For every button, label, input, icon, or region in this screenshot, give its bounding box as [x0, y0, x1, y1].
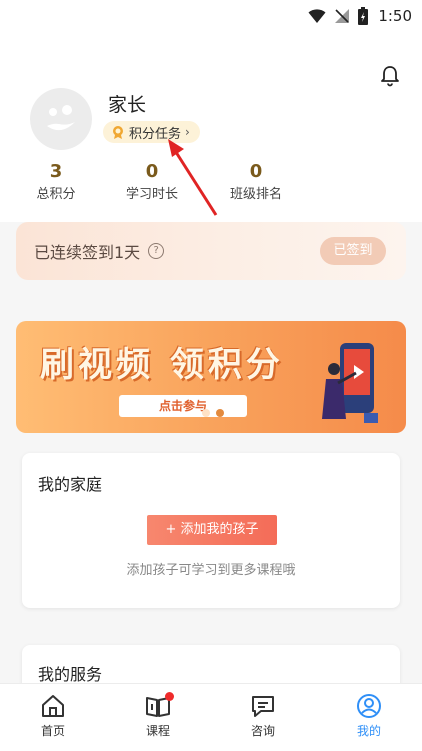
nav-courses[interactable]: 课程	[123, 692, 193, 739]
bell-icon[interactable]	[378, 64, 402, 88]
nav-label: 我的	[356, 724, 381, 738]
no-signal-icon	[335, 9, 350, 23]
add-child-button[interactable]: + 添加我的孩子	[147, 515, 277, 545]
medal-icon	[113, 126, 123, 139]
points-task-label: 积分任务	[129, 126, 182, 142]
signed-in-button[interactable]: 已签到	[320, 237, 386, 265]
stats-row: 3 总积分 0 学习时长 0 班级排名	[0, 160, 422, 210]
banner-title: 刷视频 领积分	[40, 345, 284, 385]
status-time: 1:50	[378, 7, 412, 25]
family-hint: 添加孩子可学习到更多课程哦	[126, 563, 296, 578]
nav-mine[interactable]: 我的	[334, 692, 404, 739]
battery-icon	[358, 7, 369, 25]
nav-label: 首页	[40, 724, 65, 738]
family-title: 我的家庭	[38, 475, 103, 494]
stat-class-rank[interactable]: 0 班级排名	[196, 160, 316, 206]
carousel-dots	[202, 409, 224, 417]
avatar[interactable]	[30, 88, 92, 150]
user-name: 家长	[108, 94, 147, 116]
checkin-status: 已连续签到1天 ?	[34, 239, 165, 263]
stat-value: 0	[145, 161, 159, 182]
checkin-card: 已连续签到1天 ? 已签到	[16, 222, 406, 280]
my-family-card: 我的家庭 + 添加我的孩子 添加孩子可学习到更多课程哦	[22, 453, 400, 608]
phone-illustration-icon	[322, 343, 378, 423]
carousel-dot-active[interactable]	[216, 409, 224, 417]
banner-cta-button[interactable]: 点击参与	[119, 395, 247, 417]
chat-icon	[252, 696, 274, 717]
user-icon	[357, 694, 381, 718]
help-icon[interactable]: ?	[148, 243, 165, 259]
nav-label: 课程	[145, 724, 170, 738]
services-title: 我的服务	[38, 665, 103, 684]
stat-study-time[interactable]: 0 学习时长	[92, 160, 212, 206]
stat-label: 班级排名	[229, 187, 282, 202]
nav-home[interactable]: 首页	[18, 692, 88, 739]
carousel-dot[interactable]	[202, 409, 210, 417]
points-task-button[interactable]: 积分任务 ›	[103, 121, 200, 143]
chevron-right-icon: ›	[185, 125, 190, 139]
status-bar: 1:50	[0, 0, 422, 32]
home-icon	[42, 695, 64, 717]
stat-label: 学习时长	[125, 187, 178, 202]
status-icons: 1:50	[308, 5, 412, 27]
bottom-nav: 首页 课程 咨询 我的	[0, 683, 422, 751]
stat-value: 0	[249, 161, 263, 182]
wifi-icon	[308, 9, 326, 23]
nav-label: 咨询	[250, 724, 275, 738]
checkin-text: 已连续签到1天	[34, 243, 141, 262]
nav-consult[interactable]: 咨询	[228, 692, 298, 739]
notification-dot	[165, 692, 174, 701]
avatar-placeholder-icon	[47, 105, 75, 131]
promo-banner[interactable]: 刷视频 领积分 点击参与	[16, 321, 406, 433]
